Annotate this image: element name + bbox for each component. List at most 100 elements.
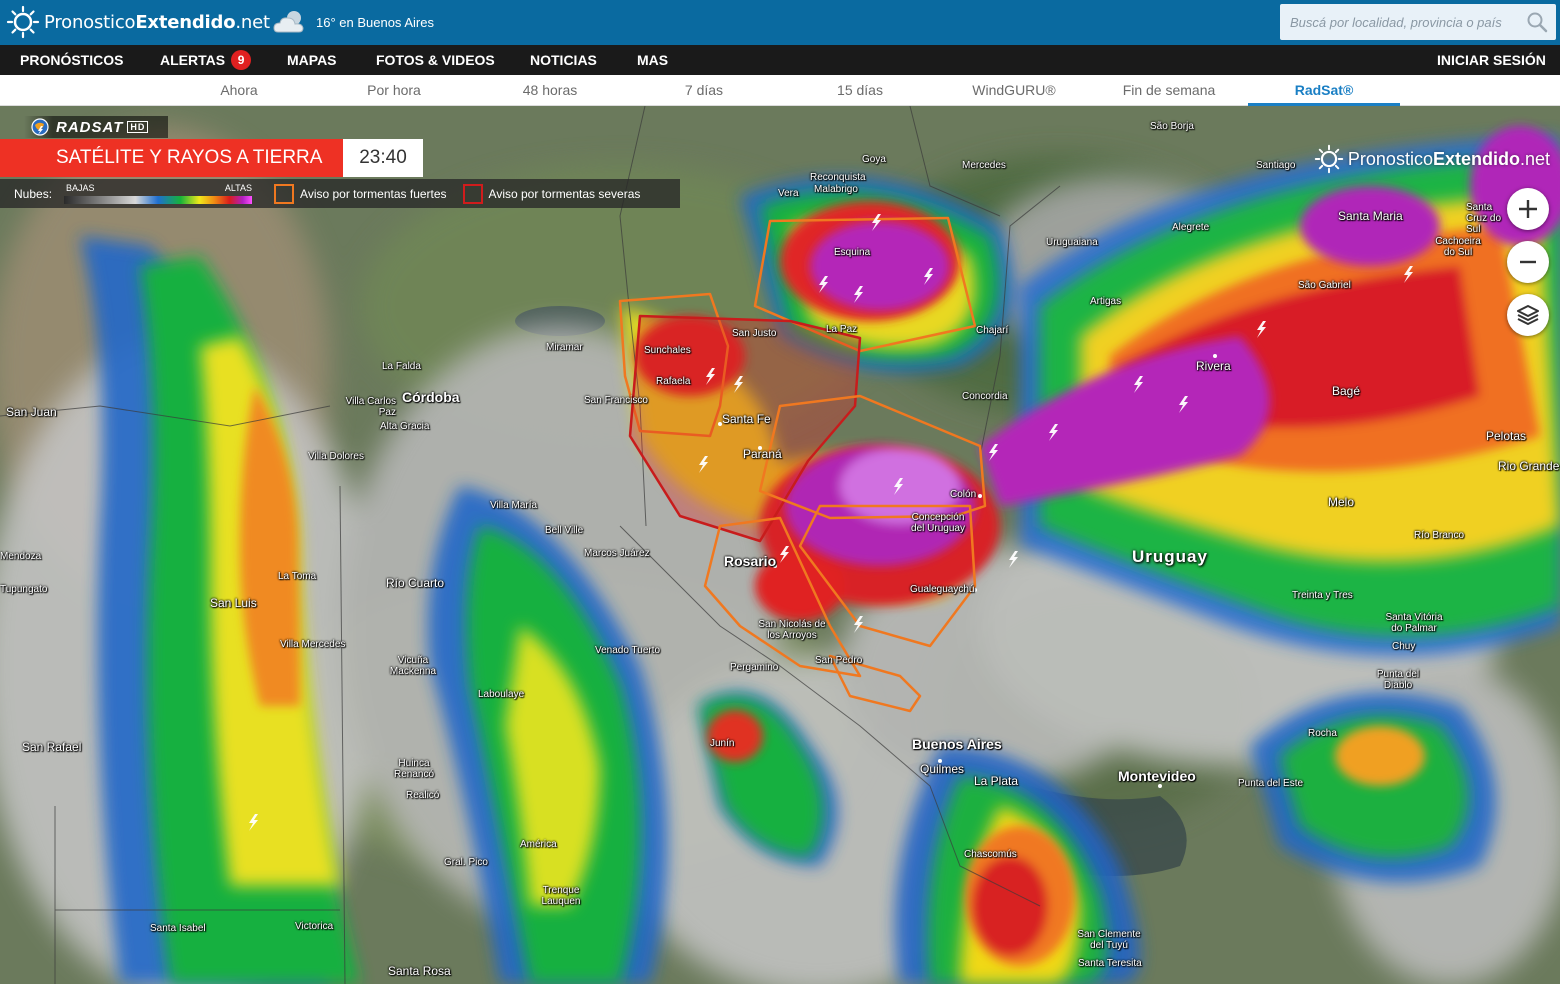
radsat-brand: RADSAT HD: [24, 116, 168, 138]
layers-button[interactable]: [1507, 294, 1549, 336]
city-label: San Juan: [6, 405, 57, 419]
city-label: Santa Cruz do Sul: [1466, 202, 1502, 235]
tab-ahora[interactable]: Ahora: [200, 75, 278, 105]
radsat-label: RADSAT: [56, 118, 124, 136]
city-label: Venado Tuerto: [595, 645, 661, 656]
city-label: São Borja: [1150, 121, 1194, 132]
city-label: Bell Ville: [545, 525, 584, 536]
alerts-count-badge: 9: [231, 50, 252, 70]
city-label: Río Cuarto: [386, 576, 445, 590]
satellite-imagery: [0, 106, 1560, 984]
cloud-scale-gradient: [64, 195, 253, 204]
tab-windguru[interactable]: WindGURU®: [966, 75, 1062, 105]
search-box: [1280, 4, 1556, 40]
city-label: San Justo: [732, 328, 777, 339]
city-label: La Plata: [974, 774, 1019, 788]
city-label-major: Santa Fe: [722, 412, 771, 426]
map-legend: Nubes: BAJAS ALTAS Aviso por tormentas f…: [0, 179, 680, 208]
nav-pronosticos[interactable]: PRONÓSTICOS: [20, 45, 123, 75]
nav-mas[interactable]: MAS: [637, 45, 668, 75]
search-input[interactable]: [1280, 5, 1516, 39]
tab-por-hora[interactable]: Por hora: [356, 75, 432, 105]
city-label: América: [520, 839, 557, 850]
legend-clouds-label: Nubes:: [14, 186, 53, 201]
layer-title-bar: SATÉLITE Y RAYOS A TIERRA 23:40: [0, 139, 423, 177]
city-label: Goya: [862, 154, 886, 165]
strong-storm-swatch: [274, 183, 295, 204]
city-label: La Falda: [382, 361, 421, 372]
city-label: Uruguaiana: [1046, 237, 1098, 248]
city-label: Río Branco: [1414, 530, 1465, 541]
nav-fotos-videos[interactable]: FOTOS & VIDEOS: [376, 45, 495, 75]
nav-noticias[interactable]: NOTICIAS: [530, 45, 597, 75]
city-label-major: Córdoba: [402, 389, 460, 405]
city-label-major: Montevideo: [1118, 768, 1196, 784]
tab-7-dias[interactable]: 7 días: [670, 75, 738, 105]
city-label: Villa María: [490, 500, 538, 511]
city-label: Colón: [950, 489, 977, 500]
city-label: Concordia: [962, 391, 1008, 402]
city-label: Malabrigo: [814, 184, 858, 195]
city-label: Pelotas: [1486, 429, 1527, 443]
city-label: Santa Rosa: [388, 964, 451, 978]
city-label: Miramar: [546, 342, 583, 353]
city-label: Trenque Lauquen: [541, 885, 581, 907]
city-label: Santa Vitória do Palmar: [1385, 612, 1443, 634]
city-label-major: Rivera: [1196, 359, 1231, 373]
tab-15-dias[interactable]: 15 días: [822, 75, 898, 105]
satellite-map[interactable]: Goya Reconquista Malabrigo Vera Mercedes…: [0, 106, 1560, 984]
site-logo[interactable]: PronosticoExtendido.net: [6, 4, 270, 40]
radsat-globe-icon: [31, 118, 49, 136]
tab-48-horas[interactable]: 48 horas: [510, 75, 590, 105]
cloudy-icon: [273, 11, 304, 33]
minus-icon: [1520, 260, 1536, 264]
city-label: Melo: [1328, 495, 1355, 509]
city-label: San Rafael: [22, 740, 82, 754]
scale-high-label: ALTAS: [224, 182, 253, 193]
city-label: Mercedes: [962, 160, 1006, 171]
city-label: Junín: [710, 738, 735, 749]
city-label: Santiago: [1256, 160, 1296, 171]
city-label: Reconquista: [810, 172, 866, 183]
main-nav: PRONÓSTICOS ALERTAS 9 MAPAS FOTOS & VIDEO…: [0, 45, 1560, 75]
nav-alertas[interactable]: ALERTAS 9: [160, 45, 252, 75]
layer-title: SATÉLITE Y RAYOS A TIERRA: [0, 139, 343, 177]
tab-fin-de-semana[interactable]: Fin de semana: [1112, 75, 1226, 105]
city-label: Punta del Este: [1238, 778, 1304, 789]
current-weather[interactable]: 16° en Buenos Aires: [272, 6, 434, 38]
city-label: Treinta y Tres: [1292, 590, 1353, 601]
tab-radsat[interactable]: RadSat®: [1280, 75, 1368, 105]
city-label: Villa Mercedes: [280, 639, 346, 650]
sun-logo-icon: [6, 5, 40, 39]
zoom-in-button[interactable]: [1507, 188, 1549, 230]
city-label: São Gabriel: [1298, 280, 1351, 291]
city-label: San Pedro: [815, 655, 863, 666]
watermark-text-light: Pronostico: [1347, 148, 1433, 169]
city-label: Marcos Juárez: [584, 548, 650, 559]
city-label: Rafaela: [656, 376, 691, 387]
city-label: Villa Dolores: [308, 451, 364, 462]
city-label: Santa Isabel: [150, 923, 206, 934]
city-label: Huinca Renancó: [393, 758, 435, 780]
city-label: Pergamino: [730, 662, 779, 673]
city-label: Vera: [778, 188, 799, 199]
login-link[interactable]: INICIAR SESIÓN: [1437, 45, 1546, 75]
city-label-major: Rosario: [724, 553, 777, 569]
map-watermark: Pronostico Extendido .net: [1314, 144, 1550, 174]
watermark-text-bold: Extendido: [1432, 148, 1520, 169]
city-label: Punta del Diablo: [1376, 669, 1420, 691]
scale-low-label: BAJAS: [66, 182, 95, 193]
city-label: Chascomús: [964, 849, 1017, 860]
city-label: Alegrete: [1172, 222, 1210, 233]
nav-alertas-label: ALERTAS: [160, 52, 226, 68]
city-label: Mendoza: [0, 551, 42, 562]
city-label: Bagé: [1332, 384, 1361, 398]
zoom-out-button[interactable]: [1507, 241, 1549, 283]
watermark-text-tld: .net: [1519, 148, 1550, 169]
observation-time: 23:40: [343, 139, 423, 177]
severe-storm-warning-label: Aviso por tormentas severas: [488, 186, 641, 201]
search-icon[interactable]: [1526, 11, 1548, 33]
nav-mapas[interactable]: MAPAS: [287, 45, 337, 75]
city-label: Sunchales: [644, 345, 691, 356]
country-label: Uruguay: [1132, 547, 1208, 566]
